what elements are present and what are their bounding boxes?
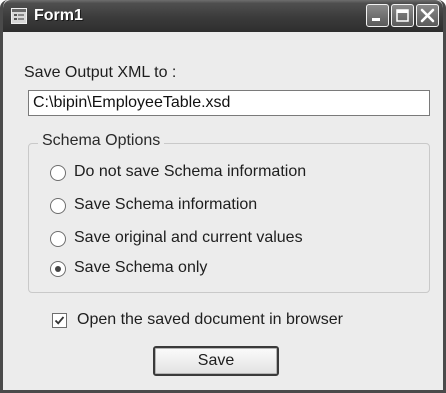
radio-button[interactable] <box>50 261 66 277</box>
close-button[interactable] <box>416 4 439 27</box>
checkmark-icon <box>54 316 65 325</box>
maximize-button[interactable] <box>391 4 414 27</box>
schema-options-title: Schema Options <box>38 132 165 150</box>
save-button[interactable]: Save <box>153 346 279 376</box>
form1-window: Form1 Save Output XML to : Schema Option… <box>0 0 446 393</box>
open-in-browser-checkbox[interactable] <box>52 313 67 328</box>
open-in-browser-label: Open the saved document in browser <box>77 311 343 328</box>
radio-label: Save Schema information <box>74 196 258 213</box>
radio-button[interactable] <box>50 198 66 214</box>
radio-label: Do not save Schema information <box>74 163 307 180</box>
save-output-label: Save Output XML to : <box>24 64 177 81</box>
title-bar[interactable]: Form1 <box>3 0 443 32</box>
minimize-button[interactable] <box>366 4 389 27</box>
close-icon <box>420 8 435 23</box>
radio-button[interactable] <box>50 165 66 181</box>
window-title: Form1 <box>34 7 83 24</box>
form-icon <box>11 8 27 24</box>
output-path-input[interactable] <box>28 90 430 116</box>
minimize-icon <box>372 18 380 21</box>
maximize-icon <box>396 9 409 22</box>
radio-label: Save original and current values <box>74 229 303 246</box>
radio-label: Save Schema only <box>74 259 208 276</box>
radio-button[interactable] <box>50 231 66 247</box>
